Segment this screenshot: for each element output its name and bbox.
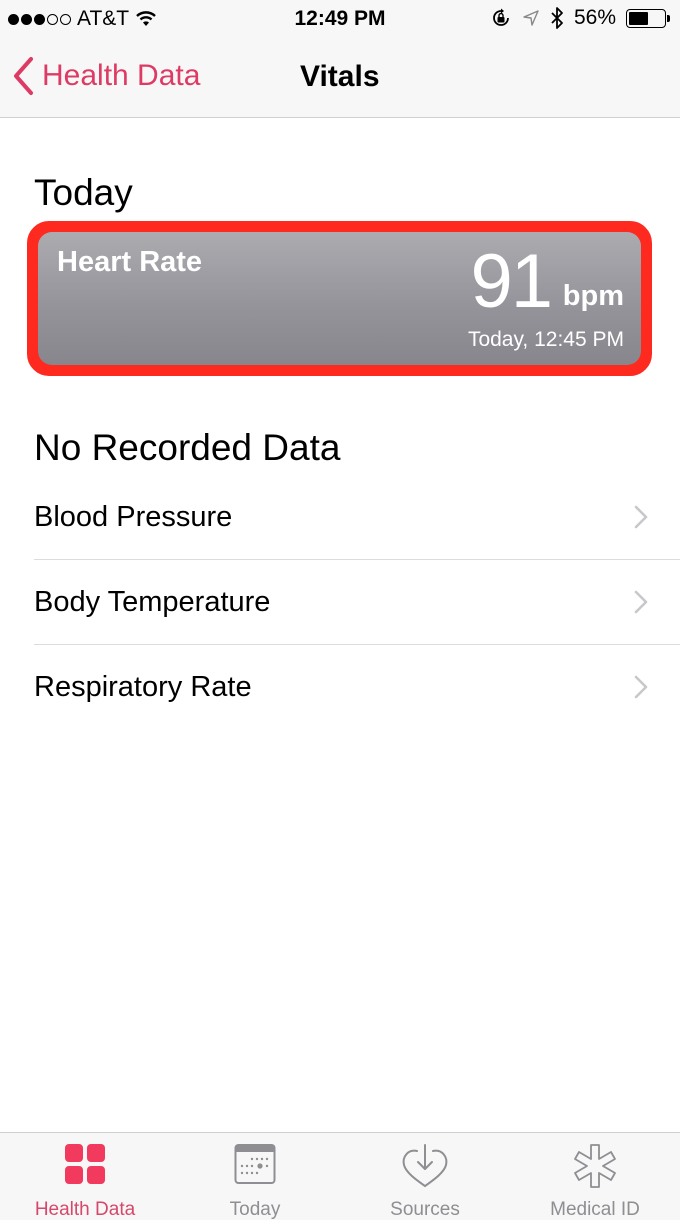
tab-today[interactable]: Today bbox=[170, 1133, 340, 1220]
heart-rate-value: 91 bbox=[470, 239, 553, 324]
tab-medical-id[interactable]: Medical ID bbox=[510, 1133, 680, 1220]
card-label: Heart Rate bbox=[57, 246, 203, 278]
tab-label: Sources bbox=[390, 1199, 460, 1220]
chevron-right-icon bbox=[634, 675, 648, 699]
tab-label: Medical ID bbox=[550, 1199, 640, 1220]
medical-star-icon bbox=[574, 1144, 616, 1188]
battery-percent: 56% bbox=[573, 6, 616, 29]
list-item-label: Body Temperature bbox=[34, 586, 271, 618]
chevron-right-icon bbox=[634, 505, 648, 529]
orientation-lock-icon bbox=[493, 8, 509, 26]
list-item-body-temperature[interactable]: Body Temperature bbox=[0, 560, 680, 645]
list-item-label: Respiratory Rate bbox=[34, 671, 252, 703]
bluetooth-icon bbox=[551, 7, 563, 29]
health-data-grid-icon bbox=[65, 1144, 105, 1184]
heart-rate-timestamp: Today, 12:45 PM bbox=[467, 328, 624, 351]
today-section-title: Today bbox=[34, 172, 133, 213]
status-bar: AT&T 12:49 PM 56% bbox=[0, 0, 680, 40]
heart-rate-card[interactable]: Heart Rate 91 bpm Today, 12:45 PM bbox=[38, 232, 641, 365]
back-button-label: Health Data bbox=[42, 59, 201, 92]
tab-bar: Health Data Today Sources Medical ID bbox=[0, 1132, 680, 1220]
screen: AT&T 12:49 PM 56% Health Data Vitals Tod… bbox=[0, 0, 680, 1220]
calendar-icon bbox=[234, 1144, 276, 1184]
tab-label: Today bbox=[229, 1199, 281, 1220]
back-button[interactable]: Health Data bbox=[12, 56, 200, 96]
no-data-section-title: No Recorded Data bbox=[34, 427, 341, 468]
status-right: 56% bbox=[490, 6, 670, 30]
chevron-right-icon bbox=[634, 590, 648, 614]
chevron-left-icon bbox=[14, 57, 33, 95]
heart-rate-unit: bpm bbox=[562, 280, 624, 312]
no-data-list: Blood Pressure Body Temperature Respirat… bbox=[0, 475, 680, 730]
battery-icon bbox=[626, 8, 670, 28]
battery-body bbox=[626, 8, 666, 28]
battery-tip bbox=[667, 14, 670, 22]
battery-fill bbox=[629, 11, 649, 25]
list-item-label: Blood Pressure bbox=[34, 501, 233, 533]
heart-download-icon bbox=[402, 1144, 448, 1188]
tab-sources[interactable]: Sources bbox=[340, 1133, 510, 1220]
navigation-bar: Health Data Vitals bbox=[0, 40, 680, 118]
tab-health-data[interactable]: Health Data bbox=[0, 1133, 170, 1220]
tab-label: Health Data bbox=[34, 1199, 136, 1220]
page-title: Vitals bbox=[300, 60, 380, 93]
list-item-respiratory-rate[interactable]: Respiratory Rate bbox=[0, 645, 680, 730]
list-item-blood-pressure[interactable]: Blood Pressure bbox=[0, 475, 680, 560]
location-icon bbox=[523, 10, 539, 26]
